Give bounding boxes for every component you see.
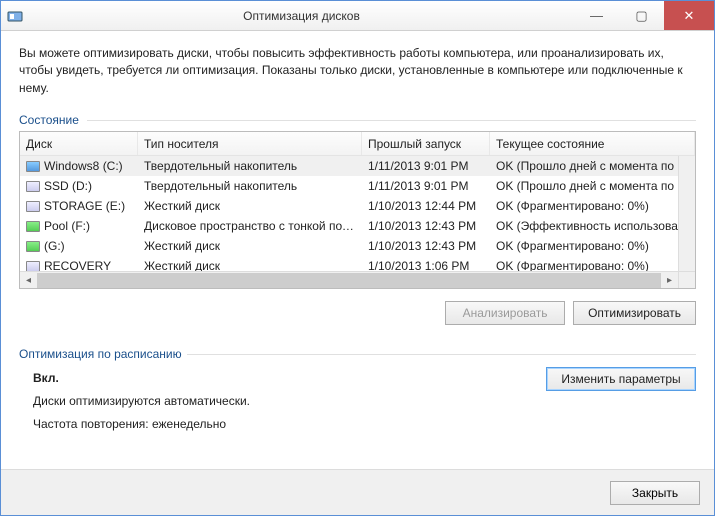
drive-name: (G:) [44, 239, 65, 253]
drive-status: OK (Фрагментировано: 0%) [490, 239, 695, 253]
col-media-header[interactable]: Тип носителя [138, 132, 362, 155]
list-header: Диск Тип носителя Прошлый запуск Текущее… [20, 132, 695, 156]
table-row[interactable]: (G:) Жесткий диск1/10/2013 12:43 PMOK (Фр… [20, 236, 695, 256]
maximize-button[interactable]: ▢ [619, 1, 664, 30]
drive-name: Pool (F:) [44, 219, 90, 233]
analyze-button[interactable]: Анализировать [445, 301, 565, 325]
drive-media: Твердотельный накопитель [138, 159, 362, 173]
window-controls: — ▢ ✕ [574, 1, 714, 30]
window-title: Оптимизация дисков [29, 9, 574, 23]
drive-icon [26, 221, 40, 232]
table-row[interactable]: STORAGE (E:) Жесткий диск1/10/2013 12:44 … [20, 196, 695, 216]
divider [87, 120, 696, 121]
col-status-header[interactable]: Текущее состояние [490, 132, 695, 155]
col-last-header[interactable]: Прошлый запуск [362, 132, 490, 155]
drive-status: OK (Прошло дней с момента по [490, 159, 695, 173]
minimize-button[interactable]: — [574, 1, 619, 30]
change-settings-button[interactable]: Изменить параметры [546, 367, 696, 391]
drive-icon [26, 161, 40, 172]
drive-last-run: 1/10/2013 12:43 PM [362, 219, 490, 233]
drive-last-run: 1/11/2013 9:01 PM [362, 159, 490, 173]
col-disk-header[interactable]: Диск [20, 132, 138, 155]
drive-name: SSD (D:) [44, 179, 92, 193]
drive-name: STORAGE (E:) [44, 199, 125, 213]
drive-last-run: 1/10/2013 12:43 PM [362, 239, 490, 253]
drive-icon [26, 241, 40, 252]
drive-list[interactable]: Диск Тип носителя Прошлый запуск Текущее… [19, 131, 696, 289]
scroll-right-icon[interactable]: ▸ [661, 272, 678, 289]
description-text: Вы можете оптимизировать диски, чтобы по… [19, 45, 696, 97]
table-row[interactable]: Windows8 (C:) Твердотельный накопитель1/1… [20, 156, 695, 176]
drive-media: Дисковое пространство с тонкой подг... [138, 219, 362, 233]
horizontal-scrollbar[interactable]: ◂ ▸ [20, 271, 678, 288]
titlebar: Оптимизация дисков — ▢ ✕ [1, 1, 714, 31]
drive-last-run: 1/11/2013 9:01 PM [362, 179, 490, 193]
close-button[interactable]: ✕ [664, 1, 714, 30]
schedule-on-label: Вкл. [33, 367, 250, 390]
drive-last-run: 1/10/2013 12:44 PM [362, 199, 490, 213]
drive-media: Твердотельный накопитель [138, 179, 362, 193]
app-icon [7, 8, 23, 24]
divider [187, 354, 696, 355]
drive-status: OK (Прошло дней с момента по [490, 179, 695, 193]
schedule-freq-text: Частота повторения: еженедельно [33, 413, 250, 436]
scroll-corner [678, 271, 695, 288]
drive-status: OK (Фрагментировано: 0%) [490, 199, 695, 213]
close-dialog-button[interactable]: Закрыть [610, 481, 700, 505]
scroll-left-icon[interactable]: ◂ [20, 272, 37, 289]
table-row[interactable]: SSD (D:) Твердотельный накопитель1/11/201… [20, 176, 695, 196]
bottom-bar: Закрыть [1, 469, 714, 515]
scroll-thumb[interactable] [37, 273, 661, 288]
drive-icon [26, 181, 40, 192]
table-row[interactable]: Pool (F:) Дисковое пространство с тонкой … [20, 216, 695, 236]
drive-status: OK (Эффективность использова [490, 219, 695, 233]
drive-name: Windows8 (C:) [44, 159, 123, 173]
vertical-scrollbar[interactable] [678, 156, 695, 271]
drive-icon [26, 201, 40, 212]
optimize-button[interactable]: Оптимизировать [573, 301, 696, 325]
drive-media: Жесткий диск [138, 199, 362, 213]
schedule-auto-text: Диски оптимизируются автоматически. [33, 390, 250, 413]
drive-media: Жесткий диск [138, 239, 362, 253]
drive-icon [26, 261, 40, 272]
schedule-info: Вкл. Диски оптимизируются автоматически.… [33, 367, 250, 435]
